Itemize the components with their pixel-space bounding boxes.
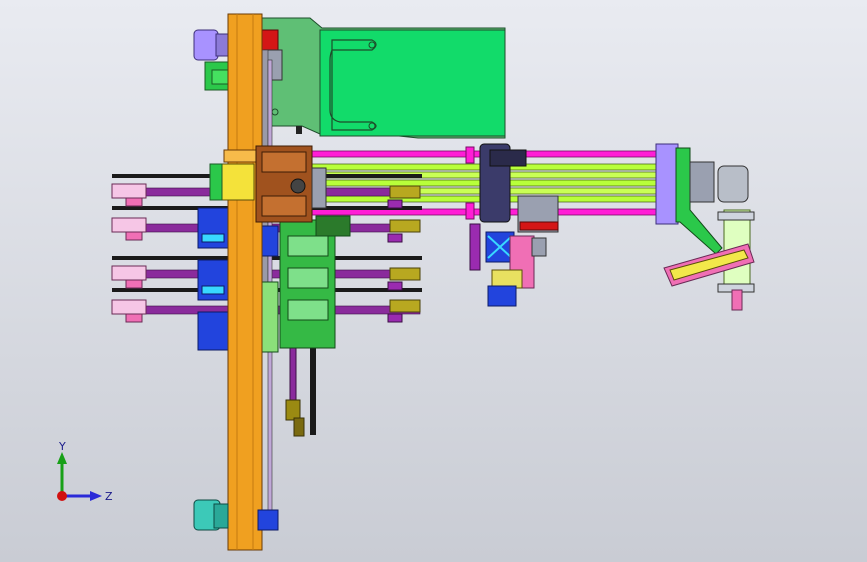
pink-rod-ends xyxy=(111,183,147,323)
green-mounting-plate xyxy=(261,17,506,139)
right-end-assembly xyxy=(655,143,755,311)
blue-bearing-blocks xyxy=(197,207,229,351)
axis-triad: Y Z xyxy=(57,440,113,503)
orange-main-frame xyxy=(223,13,267,551)
y-axis-arrowhead xyxy=(57,452,67,464)
green-carriage-assembly xyxy=(255,215,351,353)
assembly-drawing xyxy=(111,13,755,551)
z-axis-label: Z xyxy=(105,490,113,503)
y-axis-label: Y xyxy=(58,440,66,453)
z-axis-arrowhead xyxy=(90,491,102,501)
cad-viewport[interactable]: Y Z xyxy=(0,0,867,562)
origin-dot xyxy=(57,491,67,501)
